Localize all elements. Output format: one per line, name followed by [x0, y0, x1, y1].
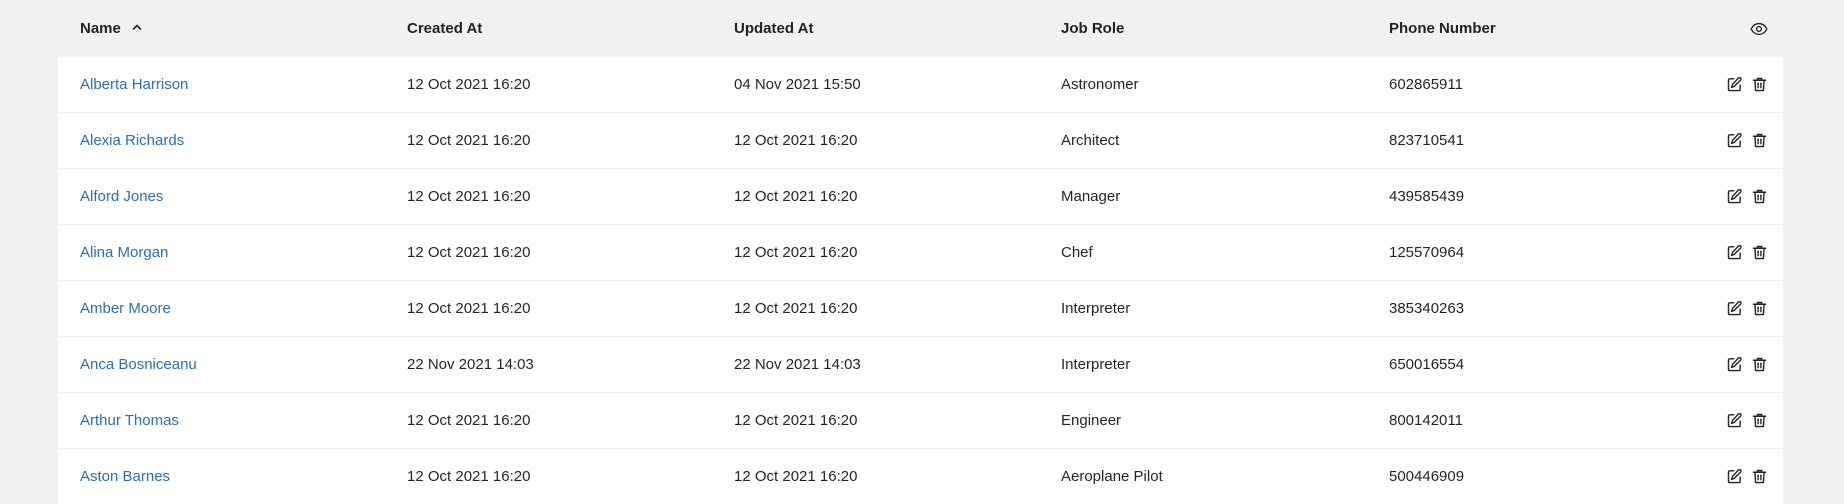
- name-link[interactable]: Alexia Richards: [80, 132, 184, 149]
- name-cell: Alina Morgan: [58, 244, 385, 261]
- row-actions-cell: [1647, 131, 1783, 151]
- edit-icon[interactable]: [1724, 75, 1744, 95]
- job-role-cell: Architect: [1061, 132, 1120, 149]
- created-at-cell: 12 Oct 2021 16:20: [407, 468, 531, 485]
- phone-number-cell: 439585439: [1389, 188, 1465, 205]
- created-at-cell: 12 Oct 2021 16:20: [407, 412, 531, 429]
- data-table: Name Created At Updated At Job Role Phon…: [58, 0, 1783, 504]
- column-header-created-at[interactable]: Created At: [385, 20, 712, 37]
- table-row: Alina Morgan 12 Oct 2021 16:20 12 Oct 2021…: [58, 225, 1783, 281]
- table-row: Anca Bosniceanu 22 Nov 2021 14:03 22 Nov 2…: [58, 337, 1783, 393]
- trash-icon[interactable]: [1749, 187, 1769, 207]
- table-body: Alberta Harrison 12 Oct 2021 16:20 04 Nov …: [58, 57, 1783, 504]
- name-link[interactable]: Alina Morgan: [80, 244, 168, 261]
- job-role-cell: Engineer: [1061, 412, 1122, 429]
- edit-icon[interactable]: [1724, 299, 1744, 319]
- name-cell: Amber Moore: [58, 300, 385, 317]
- name-cell: Anca Bosniceanu: [58, 356, 385, 373]
- name-cell: Alford Jones: [58, 188, 385, 205]
- updated-at-cell: 12 Oct 2021 16:20: [734, 188, 858, 205]
- job-role-cell: Interpreter: [1061, 356, 1131, 373]
- updated-at-cell: 12 Oct 2021 16:20: [734, 132, 858, 149]
- edit-icon[interactable]: [1724, 411, 1744, 431]
- table-header-row: Name Created At Updated At Job Role Phon…: [58, 0, 1783, 57]
- column-header-updated-at[interactable]: Updated At: [712, 20, 1039, 37]
- updated-at-cell: 12 Oct 2021 16:20: [734, 412, 858, 429]
- row-actions-cell: [1647, 75, 1783, 95]
- job-role-cell: Astronomer: [1061, 76, 1139, 93]
- phone-number-cell: 602865911: [1389, 76, 1463, 93]
- trash-icon[interactable]: [1749, 355, 1769, 375]
- row-actions-cell: [1647, 411, 1783, 431]
- phone-number-cell: 125570964: [1389, 244, 1465, 261]
- updated-at-cell: 22 Nov 2021 14:03: [734, 356, 861, 373]
- job-role-cell: Manager: [1061, 188, 1121, 205]
- created-at-cell: 12 Oct 2021 16:20: [407, 76, 531, 93]
- row-actions-cell: [1647, 187, 1783, 207]
- column-header-created-at-label: Created At: [407, 20, 483, 37]
- name-link[interactable]: Aston Barnes: [80, 468, 170, 485]
- table-row: Alberta Harrison 12 Oct 2021 16:20 04 Nov …: [58, 57, 1783, 113]
- row-actions-cell: [1647, 355, 1783, 375]
- column-header-name[interactable]: Name: [58, 20, 385, 38]
- phone-number-cell: 385340263: [1389, 300, 1465, 317]
- trash-icon[interactable]: [1749, 299, 1769, 319]
- column-header-name-label: Name: [80, 19, 121, 37]
- column-header-job-role-label: Job Role: [1061, 20, 1125, 37]
- updated-at-cell: 12 Oct 2021 16:20: [734, 468, 858, 485]
- table-row: Aston Barnes 12 Oct 2021 16:20 12 Oct 2021…: [58, 449, 1783, 504]
- trash-icon[interactable]: [1749, 243, 1769, 263]
- edit-icon[interactable]: [1724, 131, 1744, 151]
- updated-at-cell: 12 Oct 2021 16:20: [734, 244, 858, 261]
- column-header-job-role[interactable]: Job Role: [1039, 20, 1367, 37]
- name-link[interactable]: Amber Moore: [80, 300, 171, 317]
- created-at-cell: 12 Oct 2021 16:20: [407, 132, 531, 149]
- created-at-cell: 12 Oct 2021 16:20: [407, 300, 531, 317]
- column-visibility-cell: [1647, 19, 1783, 39]
- name-link[interactable]: Anca Bosniceanu: [80, 356, 197, 373]
- phone-number-cell: 800142011: [1389, 412, 1463, 429]
- created-at-cell: 12 Oct 2021 16:20: [407, 244, 531, 261]
- eye-icon[interactable]: [1749, 19, 1769, 39]
- name-link[interactable]: Alberta Harrison: [80, 76, 188, 93]
- trash-icon[interactable]: [1749, 467, 1769, 487]
- phone-number-cell: 823710541: [1389, 132, 1465, 149]
- name-cell: Arthur Thomas: [58, 412, 385, 429]
- table-row: Amber Moore 12 Oct 2021 16:20 12 Oct 2021 …: [58, 281, 1783, 337]
- trash-icon[interactable]: [1749, 411, 1769, 431]
- job-role-cell: Aeroplane Pilot: [1061, 468, 1163, 485]
- job-role-cell: Chef: [1061, 244, 1093, 261]
- edit-icon[interactable]: [1724, 467, 1744, 487]
- edit-icon[interactable]: [1724, 187, 1744, 207]
- name-cell: Alberta Harrison: [58, 76, 385, 93]
- column-header-phone-number[interactable]: Phone Number: [1367, 20, 1647, 37]
- name-cell: Alexia Richards: [58, 132, 385, 149]
- name-cell: Aston Barnes: [58, 468, 385, 485]
- table-row: Alford Jones 12 Oct 2021 16:20 12 Oct 2021…: [58, 169, 1783, 225]
- column-header-updated-at-label: Updated At: [734, 20, 814, 37]
- name-link[interactable]: Alford Jones: [80, 188, 163, 205]
- created-at-cell: 12 Oct 2021 16:20: [407, 188, 531, 205]
- edit-icon[interactable]: [1724, 355, 1744, 375]
- job-role-cell: Interpreter: [1061, 300, 1131, 317]
- chevron-up-icon[interactable]: [131, 20, 143, 37]
- updated-at-cell: 04 Nov 2021 15:50: [734, 76, 861, 93]
- row-actions-cell: [1647, 467, 1783, 487]
- trash-icon[interactable]: [1749, 75, 1769, 95]
- column-header-phone-number-label: Phone Number: [1389, 20, 1496, 37]
- trash-icon[interactable]: [1749, 131, 1769, 151]
- row-actions-cell: [1647, 299, 1783, 319]
- updated-at-cell: 12 Oct 2021 16:20: [734, 300, 858, 317]
- created-at-cell: 22 Nov 2021 14:03: [407, 356, 534, 373]
- table-row: Alexia Richards 12 Oct 2021 16:20 12 Oct 2…: [58, 113, 1783, 169]
- edit-icon[interactable]: [1724, 243, 1744, 263]
- name-link[interactable]: Arthur Thomas: [80, 412, 179, 429]
- phone-number-cell: 500446909: [1389, 468, 1465, 485]
- row-actions-cell: [1647, 243, 1783, 263]
- phone-number-cell: 650016554: [1389, 356, 1465, 373]
- table-row: Arthur Thomas 12 Oct 2021 16:20 12 Oct 202…: [58, 393, 1783, 449]
